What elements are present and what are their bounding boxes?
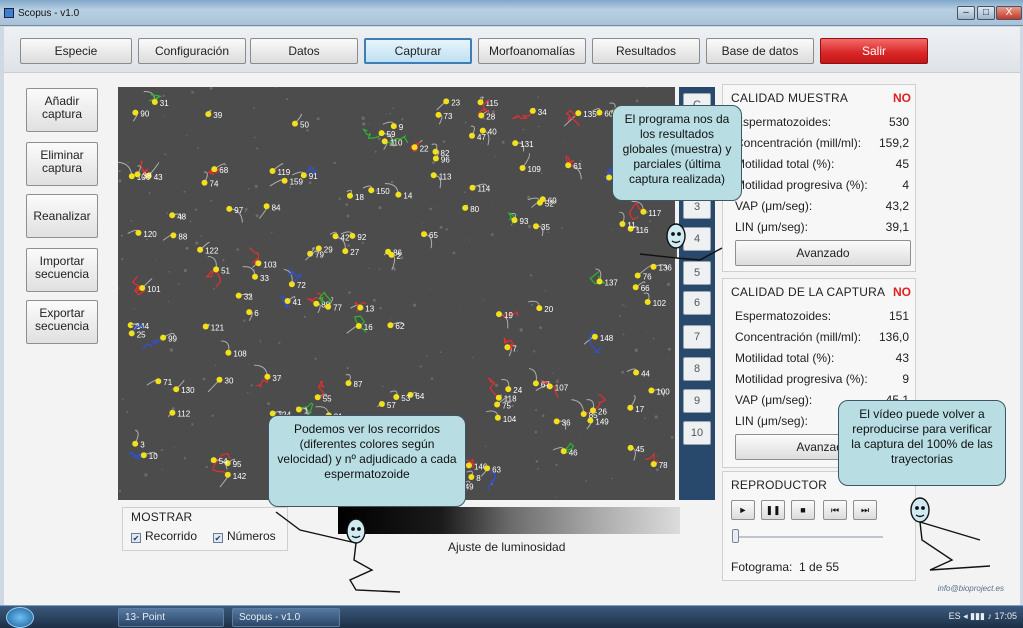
taskbar-item-point[interactable]: 13- Point (118, 608, 224, 627)
figure-bottom-icon (275, 511, 401, 593)
system-tray: ES ◂ ▮▮▮ ♪ 17:05 (948, 611, 1017, 621)
taskbar-item-scopus[interactable]: Scopus - v1.0 (232, 608, 340, 627)
start-button[interactable] (6, 607, 34, 628)
os-taskbar: 13- Point Scopus - v1.0 ES ◂ ▮▮▮ ♪ 17:05 (0, 605, 1023, 628)
figure-top-icon (639, 223, 723, 261)
cartoon-figures (275, 223, 991, 593)
figure-right-icon (910, 497, 991, 571)
